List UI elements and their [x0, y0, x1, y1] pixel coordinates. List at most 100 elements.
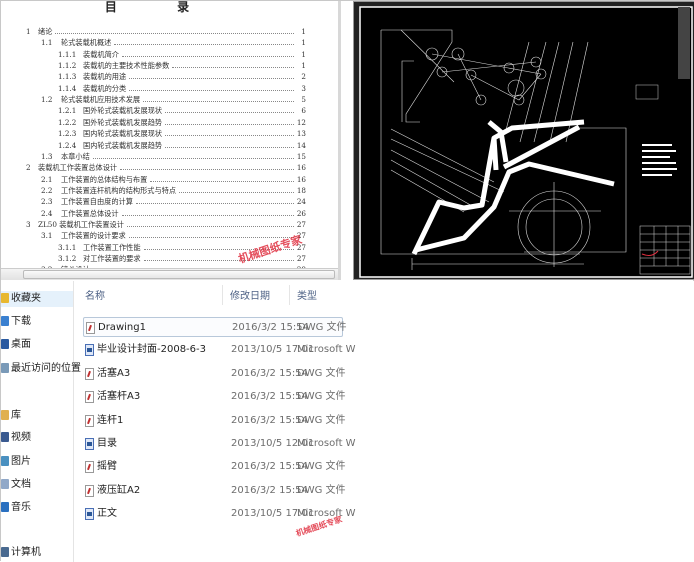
toc-leader-dots — [121, 49, 294, 57]
column-divider[interactable] — [222, 285, 223, 305]
dwg-file-icon — [86, 322, 95, 334]
dwg-file-icon — [85, 367, 94, 380]
file-row[interactable]: 目录 2013/10/5 12:01 Microsoft W — [83, 434, 356, 454]
toc-leader-dots — [128, 230, 294, 239]
toc-entry[interactable]: 1.1.2 装载机的主要技术性能参数 1 — [1, 60, 306, 72]
toc-entry-page: 2 — [301, 72, 306, 82]
file-row[interactable]: 毕业设计封面-2008-6-3 2013/10/5 17:01 Microsof… — [83, 340, 356, 360]
sidebar-item[interactable]: 音乐 — [1, 500, 31, 516]
file-row[interactable]: Drawing1 2016/3/2 15:54 DWG 文件 — [83, 317, 347, 337]
download-folder-icon — [1, 316, 9, 326]
file-row[interactable]: 液压缸A2 2016/3/2 15:54 DWG 文件 — [83, 481, 346, 501]
sidebar-item-label: 文档 — [11, 479, 31, 490]
toc-entry-number: 3 — [26, 219, 31, 229]
toc-entry[interactable]: 2 装载机工作装置总体设计 16 — [1, 162, 306, 174]
sidebar-item[interactable]: 库 — [1, 408, 21, 424]
column-header-name[interactable]: 名称 — [85, 287, 105, 302]
toc-entry[interactable]: 1.3 本章小结 15 — [1, 150, 306, 162]
toc-entry-page: 6 — [301, 106, 306, 116]
toc-entry-text: 工作装置工作性能 — [83, 241, 142, 253]
toc-entry-number: 1.1.1 — [58, 49, 77, 59]
toc-entry[interactable]: 1.2.4 国内轮式装载机发展趋势 14 — [1, 139, 306, 151]
toc-entry-text: 装载机的用途 — [83, 71, 128, 83]
toc-leader-dots — [150, 174, 294, 182]
toc-entry[interactable]: 3.1 工作装置的设计要求 27 — [1, 230, 306, 242]
toc-leader-dots — [126, 219, 294, 227]
toc-entry[interactable]: 1.1.4 装载机的分类 3 — [1, 82, 306, 94]
dwg-file-icon — [85, 484, 94, 497]
column-header-date[interactable]: 修改日期 — [230, 287, 270, 302]
toc-entry-text: 工作装置自由度的计算 — [61, 196, 134, 208]
dwg-file-icon — [85, 391, 94, 404]
pictures-icon — [1, 456, 9, 466]
toc-entry-text: 工作装置总体设计 — [61, 207, 120, 219]
sidebar-item[interactable]: 图片 — [1, 454, 31, 470]
toc-entry[interactable]: 2.3 工作装置自由度的计算 24 — [1, 196, 306, 208]
sidebar-item[interactable]: 文档 — [1, 477, 31, 493]
toc-entry-page: 1 — [301, 49, 306, 59]
file-type: DWG 文件 — [297, 414, 346, 426]
toc-entry[interactable]: 1.1 轮式装载机概述 1 — [1, 37, 306, 49]
toc-entry-text: 装载机的主要技术性能参数 — [83, 60, 171, 72]
toc-entry[interactable]: 1.1.1 装载机简介 1 — [1, 48, 306, 60]
sidebar-item[interactable]: 最近访问的位置 — [1, 361, 81, 377]
toc-entry-text: 对工作装置的要求 — [83, 253, 142, 264]
toc-title: 目 录 — [104, 1, 218, 14]
toc-leader-dots — [135, 196, 294, 205]
file-type: DWG 文件 — [297, 461, 346, 473]
sidebar-item[interactable]: 收藏夹 — [1, 291, 73, 307]
file-type: DWG 文件 — [298, 322, 347, 333]
file-row[interactable]: 正文 2013/10/5 17:01 Microsoft W — [83, 504, 356, 524]
toc-entry-text: 工作装置的总体结构与布置 — [61, 173, 149, 185]
toc-entry[interactable]: 1.2 轮式装载机应用技术发展 5 — [1, 94, 306, 106]
file-name: 摇臂 — [97, 461, 117, 473]
sidebar-item[interactable]: 桌面 — [1, 337, 31, 353]
toc-leader-dots — [165, 105, 294, 114]
file-row[interactable]: 摇臂 2016/3/2 15:54 DWG 文件 — [83, 457, 346, 477]
sidebar-item[interactable]: 计算机 — [1, 545, 41, 561]
toc-leader-dots — [55, 26, 294, 34]
music-icon — [1, 502, 9, 512]
toc-leader-dots — [143, 94, 294, 103]
toc-entry[interactable]: 1.1.3 装载机的用途 2 — [1, 71, 306, 83]
toc-entry-text: ZL50 装载机工作装置设计 — [38, 218, 125, 230]
file-type: DWG 文件 — [297, 391, 346, 403]
toc-leader-dots — [172, 60, 294, 69]
toc-entry[interactable]: 2.1 工作装置的总体结构与布置 16 — [1, 173, 306, 185]
file-row[interactable]: 活塞A3 2016/3/2 15:54 DWG 文件 — [83, 364, 346, 384]
toc-leader-dots — [165, 117, 294, 125]
toc-entry-number: 1.3 — [41, 151, 53, 161]
file-name: 连杆1 — [97, 414, 124, 426]
toc-entry[interactable]: 1.2.3 国内轮式装载机发展现状 13 — [1, 128, 306, 140]
navigation-pane: 收藏夹下载桌面最近访问的位置库视频图片文档音乐计算机 — [1, 281, 81, 562]
toc-entry[interactable]: 2.2 工作装置连杆机构的结构形式与特点 18 — [1, 184, 306, 196]
sidebar-item[interactable]: 视频 — [1, 430, 31, 446]
toc-entry[interactable]: 3 ZL50 装载机工作装置设计 27 — [1, 218, 306, 230]
file-name: 活塞杆A3 — [97, 391, 141, 403]
toc-entry[interactable]: 1.2.2 国外轮式装载机发展趋势 12 — [1, 116, 306, 128]
toc-leader-dots — [114, 37, 294, 46]
toc-entry-text: 国内轮式装载机发展趋势 — [83, 139, 164, 151]
toc-entry-text: 装载机的分类 — [83, 82, 128, 94]
toc-entry-number: 2.3 — [41, 197, 53, 207]
file-row[interactable]: 活塞杆A3 2016/3/2 15:54 DWG 文件 — [83, 387, 346, 407]
toc-entry-page: 16 — [296, 174, 306, 184]
scrollbar-thumb[interactable] — [23, 270, 335, 279]
toc-entry-number: 1.1 — [41, 38, 53, 48]
toc-leader-dots — [165, 128, 294, 137]
desktop-icon — [1, 339, 9, 349]
toc-entry-page: 5 — [301, 95, 306, 105]
file-row[interactable]: 连杆1 2016/3/2 15:54 DWG 文件 — [83, 411, 346, 431]
horizontal-scrollbar[interactable] — [1, 268, 338, 280]
file-list: 名称 修改日期 类型 Drawing1 2016/3/2 15:54 DWG 文… — [77, 281, 694, 562]
toc-entry[interactable]: 2.4 工作装置总体设计 26 — [1, 207, 306, 219]
toc-entry-page: 24 — [296, 197, 306, 207]
toc-entry-page: 1 — [301, 61, 306, 71]
toc-entry[interactable]: 1 绪论 1 — [1, 26, 306, 37]
sidebar-item[interactable]: 下载 — [1, 314, 31, 330]
toc-entry-number: 2 — [26, 163, 31, 173]
column-divider[interactable] — [289, 285, 290, 305]
column-header-type[interactable]: 类型 — [297, 287, 317, 302]
toc-leader-dots — [129, 83, 294, 91]
toc-entry[interactable]: 1.2.1 国外轮式装载机发展现状 6 — [1, 105, 306, 117]
